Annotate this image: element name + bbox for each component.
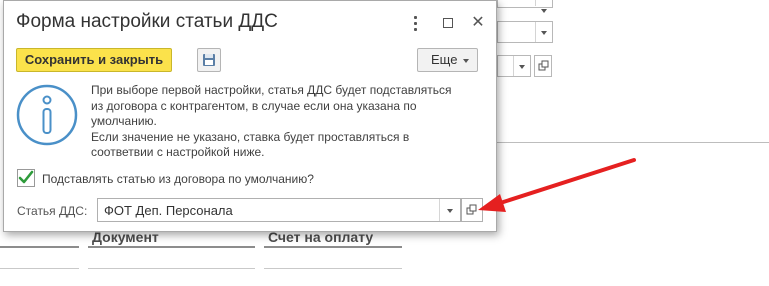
info-line: При выборе первой настройки, статья ДДС … (91, 83, 452, 97)
maximize-icon[interactable] (438, 13, 458, 33)
floppy-disk-icon (203, 54, 215, 66)
info-line: из договора с контрагентом, в случае есл… (91, 98, 417, 113)
chevron-down-icon[interactable] (513, 56, 530, 76)
table-row-line (0, 268, 79, 269)
checkmark-icon (18, 170, 34, 184)
settings-dialog: Форма настройки статьи ДДС ✕ Сохранить и… (3, 0, 497, 232)
close-icon[interactable]: ✕ (468, 13, 488, 33)
more-actions-label: Еще (431, 52, 458, 67)
info-icon (16, 84, 78, 146)
info-message: При выборе первой настройки, статья ДДС … (91, 83, 491, 161)
parent-divider (497, 142, 769, 143)
article-field-value[interactable]: ФОТ Деп. Персонала (104, 203, 233, 218)
parent-field-2[interactable] (497, 21, 553, 43)
article-field-label: Статья ДДС: (17, 204, 88, 218)
table-header-underline (264, 246, 402, 248)
open-in-window-icon (538, 60, 549, 71)
article-field[interactable]: ФОТ Деп. Персонала (97, 198, 461, 222)
default-article-checkbox[interactable] (17, 169, 35, 187)
chevron-down-icon[interactable] (535, 22, 552, 42)
save-and-close-button[interactable]: Сохранить и закрыть (16, 48, 172, 72)
checkbox-label[interactable]: Подставлять статью из договора по умолча… (42, 172, 314, 186)
save-button[interactable] (197, 48, 221, 72)
chevron-down-icon[interactable] (439, 199, 460, 221)
annotation-arrow (478, 158, 636, 212)
table-header-underline (88, 246, 255, 248)
table-row-line (264, 268, 402, 269)
parent-open-button[interactable] (534, 55, 552, 77)
info-line: Если значение не указано, ставка будет п… (91, 129, 410, 144)
more-actions-button[interactable]: Еще (417, 48, 478, 72)
table-header-underline (0, 246, 79, 248)
table-row-line (88, 268, 255, 269)
more-vertical-icon[interactable] (406, 13, 426, 33)
parent-field-1[interactable] (497, 0, 553, 13)
chevron-down-icon (463, 59, 469, 63)
info-line: умолчанию. (91, 114, 157, 128)
dialog-title: Форма настройки статьи ДДС (16, 11, 278, 32)
parent-field-3[interactable] (497, 55, 531, 77)
info-line: соответвии с настройкой ниже. (91, 145, 265, 159)
